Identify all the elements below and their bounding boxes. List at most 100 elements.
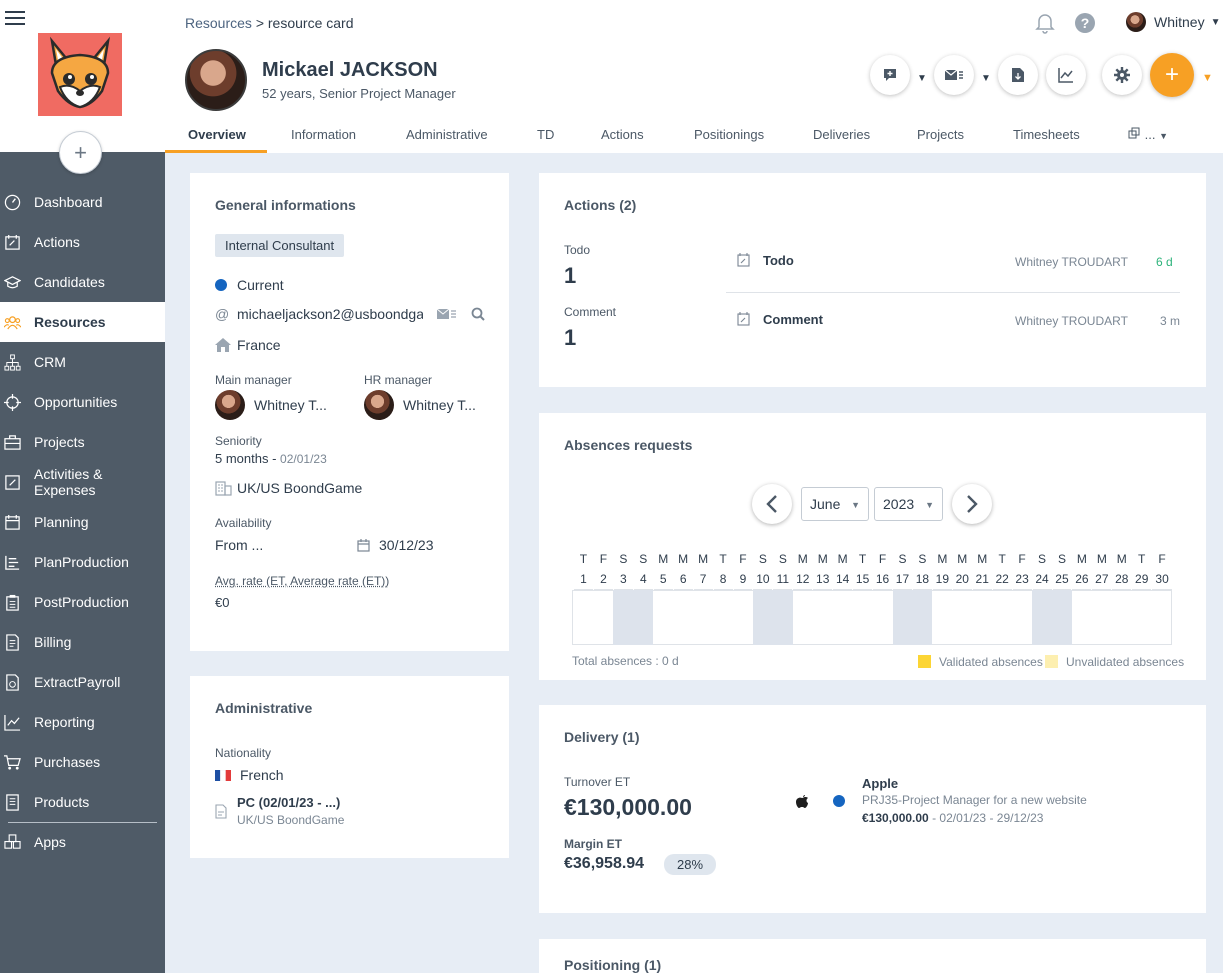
calendar-weekday: M (812, 549, 833, 570)
calendar-day-cell[interactable] (713, 589, 733, 645)
hr-manager[interactable]: Whitney T... (364, 390, 476, 420)
action-row[interactable]: Todo Whitney TROUDART 6 d (726, 241, 1180, 293)
previous-month-button[interactable] (752, 484, 792, 524)
tab-overview[interactable]: Overview (188, 127, 246, 142)
sidebar-item-billing[interactable]: Billing (0, 622, 165, 662)
sidebar-item-postproduction[interactable]: PostProduction (0, 582, 165, 622)
apps-icon (4, 833, 21, 849)
sidebar-item-projects[interactable]: Projects (0, 422, 165, 462)
bell-icon[interactable] (1035, 12, 1055, 34)
calendar-day-cell[interactable] (912, 589, 933, 645)
sidebar-item-planproduction[interactable]: PlanProduction (0, 542, 165, 582)
sidebar-item-products[interactable]: Products (0, 782, 165, 822)
comment-menu-caret-icon[interactable]: ▼ (917, 73, 927, 84)
sidebar-item-extractpayroll[interactable]: ExtractPayroll (0, 662, 165, 702)
sidebar-item-purchases[interactable]: Purchases (0, 742, 165, 782)
document-button[interactable] (998, 55, 1038, 95)
calendar-day-cell[interactable] (573, 589, 594, 645)
settings-button[interactable] (1102, 55, 1142, 95)
calendar-day-cell[interactable] (972, 589, 993, 645)
card-title: Absences requests (564, 437, 693, 453)
tab-more[interactable]: ... ▼ (1128, 127, 1168, 142)
sidebar-item-crm[interactable]: CRM (0, 342, 165, 382)
add-button[interactable]: + (1150, 53, 1194, 97)
tab-positionings[interactable]: Positionings (694, 127, 764, 142)
calendar-day-cell[interactable] (593, 589, 614, 645)
sidebar-item-planning[interactable]: Planning (0, 502, 165, 542)
calendar-day-cell[interactable] (872, 589, 893, 645)
calendar-day-cell[interactable] (1111, 589, 1132, 645)
clipboard-icon (6, 594, 19, 611)
calendar-day-number: 19 (931, 569, 953, 590)
sidebar-item-candidates[interactable]: Candidates (0, 262, 165, 302)
tab-administrative[interactable]: Administrative (406, 127, 488, 142)
email-button[interactable] (934, 55, 974, 95)
reporting-button[interactable] (1046, 55, 1086, 95)
year-select[interactable]: 2023 ▼ (874, 487, 943, 521)
sidebar-item-opportunities[interactable]: Opportunities (0, 382, 165, 422)
calendar-day-cell[interactable] (1032, 589, 1052, 645)
calendar-day-cell[interactable] (772, 589, 793, 645)
calendar-day-cell[interactable] (1131, 589, 1152, 645)
email-send-icon[interactable] (437, 308, 457, 321)
tab-actions[interactable]: Actions (601, 127, 644, 142)
email-link[interactable]: michaeljackson2@usboondga (237, 306, 423, 322)
user-menu[interactable]: Whitney ▼ (1126, 12, 1220, 32)
quick-add-button[interactable]: + (59, 131, 102, 174)
calendar-day-cell[interactable] (892, 589, 913, 645)
calendar-day-cell[interactable] (832, 589, 853, 645)
sidebar-item-dashboard[interactable]: Dashboard (0, 182, 165, 222)
breadcrumb-separator: > (255, 15, 264, 31)
help-icon[interactable]: ? (1075, 13, 1095, 33)
sidebar-item-reporting[interactable]: Reporting (0, 702, 165, 742)
calendar-day-cell[interactable] (1052, 589, 1072, 645)
add-menu-caret-icon[interactable]: ▼ (1202, 72, 1213, 84)
calendar-day-cell[interactable] (752, 589, 773, 645)
sidebar-item-actions[interactable]: Actions (0, 222, 165, 262)
calendar-day-number: 9 (732, 569, 753, 590)
calendar-day-cell[interactable] (852, 589, 873, 645)
positioning-card: Positioning (1) (539, 939, 1206, 973)
comment-button[interactable] (870, 55, 910, 95)
calendar-day-cell[interactable] (693, 589, 714, 645)
calendar-day-cell[interactable] (653, 589, 674, 645)
month-select[interactable]: June ▼ (801, 487, 869, 521)
main-manager[interactable]: Whitney T... (215, 390, 327, 420)
delivery-company-link[interactable]: Apple (862, 776, 898, 791)
calendar-day-cell[interactable] (992, 589, 1013, 645)
calendar-day-cell[interactable] (613, 589, 634, 645)
calendar-day-cell[interactable] (952, 589, 973, 645)
delivery-project-link[interactable]: PRJ35-Project Manager for a new website (862, 793, 1087, 807)
tab-td[interactable]: TD (537, 127, 554, 142)
contract-link[interactable]: PC (02/01/23 - ...) (237, 795, 340, 810)
calendar-day-cell[interactable] (1091, 589, 1112, 645)
calendar-day-number: 21 (971, 569, 993, 590)
next-month-button[interactable] (952, 484, 992, 524)
calendar-day-cell[interactable] (932, 589, 953, 645)
resource-avatar[interactable] (185, 49, 247, 111)
tab-deliveries[interactable]: Deliveries (813, 127, 870, 142)
tab-timesheets[interactable]: Timesheets (1013, 127, 1080, 142)
seniority-duration: 5 months (215, 451, 269, 466)
calendar-day-cell[interactable] (633, 589, 654, 645)
calendar-day-cell[interactable] (1071, 589, 1092, 645)
line-chart-icon (4, 714, 21, 731)
calendar-day-cell[interactable] (1151, 589, 1172, 645)
gauge-icon (4, 194, 21, 210)
tab-projects[interactable]: Projects (917, 127, 964, 142)
tab-information[interactable]: Information (291, 127, 356, 142)
search-icon[interactable] (471, 307, 485, 321)
fox-logo[interactable] (38, 33, 122, 116)
email-menu-caret-icon[interactable]: ▼ (981, 73, 991, 84)
calendar-day-cell[interactable] (1012, 589, 1033, 645)
sidebar-item-apps[interactable]: Apps (0, 822, 165, 862)
calendar-day-cell[interactable] (792, 589, 813, 645)
sidebar-item-activities-expenses[interactable]: Activities & Expenses (0, 462, 165, 502)
action-row[interactable]: Comment Whitney TROUDART 3 m (726, 300, 1180, 340)
calendar-day-cell[interactable] (733, 589, 753, 645)
calendar-day-cell[interactable] (673, 589, 694, 645)
hamburger-menu-icon[interactable] (5, 8, 25, 25)
breadcrumb-link-resources[interactable]: Resources (185, 15, 252, 31)
calendar-day-cell[interactable] (812, 589, 833, 645)
sidebar-item-resources[interactable]: Resources (0, 302, 165, 342)
